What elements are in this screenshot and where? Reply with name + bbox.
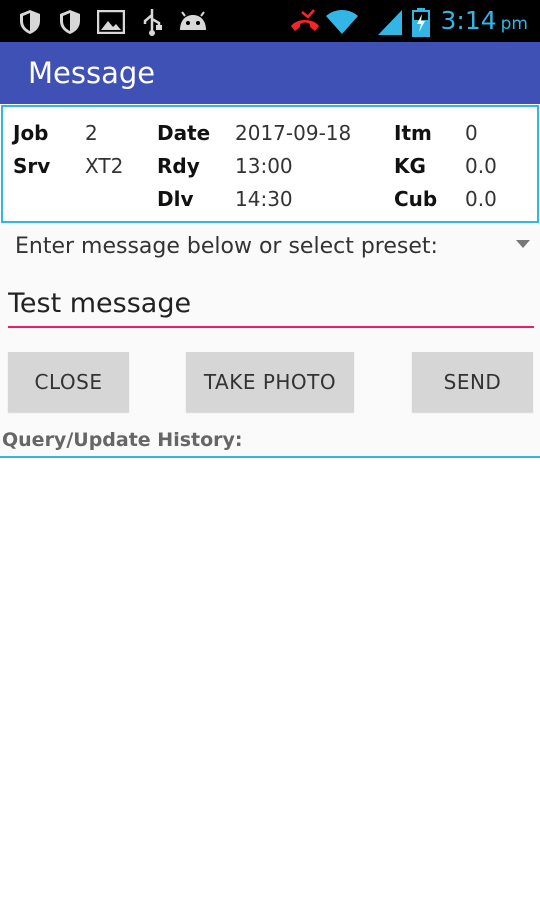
- srv-value: XT2: [85, 154, 124, 178]
- preset-spinner[interactable]: Enter message below or select preset:: [0, 228, 540, 268]
- history-label: Query/Update History:: [2, 429, 243, 451]
- preset-spinner-label: Enter message below or select preset:: [15, 234, 438, 259]
- shield-icon: [58, 8, 82, 36]
- date-value: 2017-09-18: [235, 121, 352, 145]
- history-list[interactable]: [0, 456, 540, 900]
- rdy-value: 13:00: [235, 154, 293, 178]
- dlv-label: Dlv: [157, 187, 194, 211]
- itm-label: Itm: [394, 121, 432, 145]
- page-title: Message: [28, 56, 156, 90]
- status-bar: 3:14 pm: [0, 0, 540, 42]
- dropdown-arrow-icon: [516, 240, 530, 248]
- kg-value: 0.0: [465, 154, 497, 178]
- job-label: Job: [13, 121, 49, 145]
- image-icon: [97, 8, 125, 36]
- clock-ampm: pm: [500, 14, 528, 34]
- action-bar: Message: [0, 42, 540, 104]
- cub-value: 0.0: [465, 187, 497, 211]
- missed-call-icon: [288, 8, 322, 36]
- wifi-icon: [325, 8, 359, 36]
- send-button[interactable]: SEND: [412, 352, 533, 412]
- signal-icon: [377, 8, 403, 36]
- battery-charging-icon: [411, 8, 431, 37]
- clock-time: 3:14: [440, 6, 497, 35]
- itm-value: 0: [465, 121, 478, 145]
- close-button[interactable]: CLOSE: [8, 352, 129, 412]
- android-icon: [177, 8, 209, 36]
- job-info-panel: Job 2 Date 2017-09-18 Itm 0 Srv XT2 Rdy …: [1, 105, 539, 223]
- usb-icon: [141, 8, 163, 36]
- cub-label: Cub: [394, 187, 438, 211]
- shield-icon: [18, 8, 42, 36]
- rdy-label: Rdy: [157, 154, 200, 178]
- message-input[interactable]: [8, 280, 534, 328]
- take-photo-button[interactable]: TAKE PHOTO: [186, 352, 354, 412]
- job-value: 2: [85, 121, 98, 145]
- clock: 3:14 pm: [441, 4, 529, 41]
- kg-label: KG: [394, 154, 426, 178]
- dlv-value: 14:30: [235, 187, 293, 211]
- srv-label: Srv: [13, 154, 51, 178]
- date-label: Date: [157, 121, 211, 145]
